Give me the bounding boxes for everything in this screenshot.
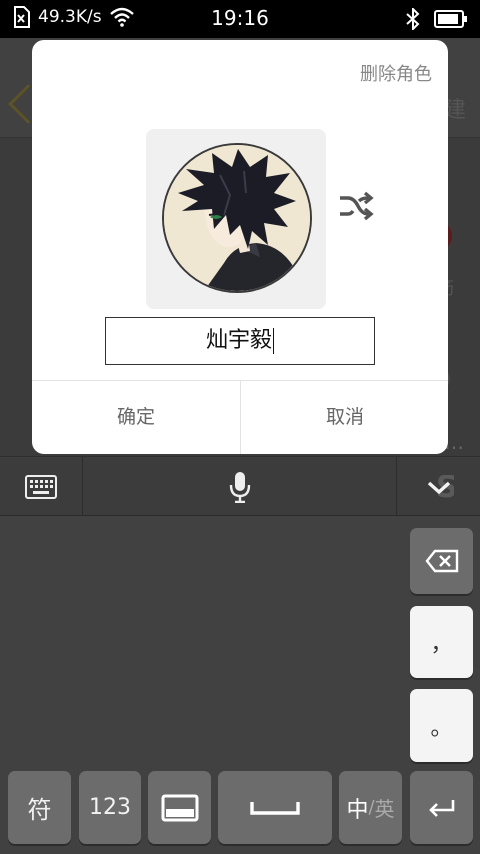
microphone-icon bbox=[229, 472, 250, 503]
space-key[interactable] bbox=[218, 771, 332, 844]
comma-key[interactable]: ， bbox=[410, 606, 473, 678]
keyboard-icon bbox=[25, 475, 57, 499]
role-name-field-border bbox=[105, 317, 375, 365]
keyboard-toolbar: S bbox=[0, 456, 480, 517]
lang-en-label: 英 bbox=[374, 797, 395, 821]
battery-icon bbox=[434, 10, 467, 28]
bluetooth-icon bbox=[406, 8, 420, 30]
symbols-key[interactable]: 符 bbox=[8, 771, 71, 844]
backspace-icon bbox=[424, 549, 458, 573]
edit-role-dialog: 删除角色 灿宇毅 确定 取消 bbox=[32, 40, 448, 454]
keyboard: ， 。 符 123 中 / 英 bbox=[0, 516, 480, 854]
handwriting-key[interactable] bbox=[148, 771, 211, 844]
avatar[interactable] bbox=[162, 143, 312, 293]
hide-keyboard-button[interactable]: S bbox=[397, 457, 480, 517]
status-bar: 49.3K/s 19:16 bbox=[0, 0, 480, 38]
character-portrait-icon bbox=[164, 145, 310, 291]
keyboard-switch-button[interactable] bbox=[0, 457, 82, 517]
cancel-button[interactable]: 取消 bbox=[241, 381, 448, 454]
lang-cn-label: 中 bbox=[346, 797, 369, 823]
delete-role-button[interactable]: 删除角色 bbox=[360, 60, 432, 86]
chevron-down-icon: S bbox=[427, 475, 454, 499]
enter-key[interactable] bbox=[410, 771, 473, 844]
voice-input-button[interactable] bbox=[83, 457, 396, 517]
layout-icon bbox=[161, 794, 198, 821]
avatar-container[interactable] bbox=[146, 129, 326, 309]
shuffle-icon[interactable] bbox=[338, 188, 374, 224]
numbers-key[interactable]: 123 bbox=[79, 771, 141, 844]
space-icon bbox=[250, 801, 300, 815]
status-right bbox=[406, 8, 468, 30]
confirm-button[interactable]: 确定 bbox=[32, 381, 240, 454]
backspace-key[interactable] bbox=[410, 528, 473, 594]
enter-icon bbox=[428, 799, 454, 817]
period-key[interactable]: 。 bbox=[410, 689, 473, 762]
language-switch-key[interactable]: 中 / 英 bbox=[339, 771, 402, 844]
